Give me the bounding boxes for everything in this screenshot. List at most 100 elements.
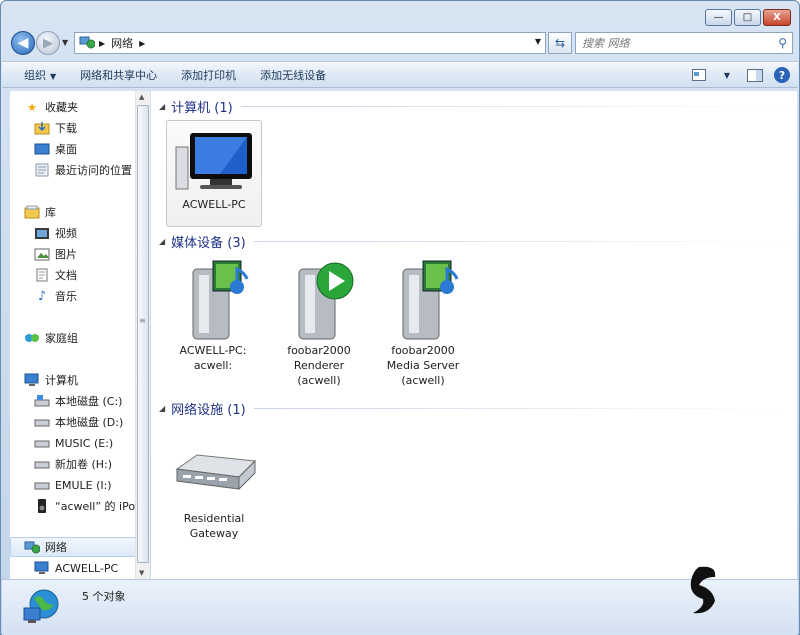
nav-music[interactable]: ♪ 音乐 bbox=[34, 286, 77, 306]
group-header-infrastructure[interactable]: ◢ 网络设施 (1) bbox=[159, 399, 789, 418]
computer-tile-acwell-pc[interactable]: ACWELL-PC bbox=[166, 120, 262, 227]
view-dropdown-icon[interactable]: ▼ bbox=[718, 66, 736, 84]
system-drive-icon bbox=[34, 393, 50, 409]
nav-network[interactable]: 网络 bbox=[10, 537, 136, 557]
nav-ipod[interactable]: “acwell” 的 iPo bbox=[34, 496, 135, 516]
nav-favorites[interactable]: ★ 收藏夹 bbox=[24, 97, 78, 117]
organize-menu[interactable]: 组织 ▼ bbox=[2, 67, 68, 83]
address-bar[interactable]: ▶ 网络 ▶ ▼ bbox=[74, 32, 546, 54]
video-icon bbox=[34, 225, 50, 241]
nav-recent-label: 最近访问的位置 bbox=[55, 164, 132, 177]
group-divider bbox=[253, 408, 789, 409]
nav-videos[interactable]: 视频 bbox=[34, 223, 77, 243]
media-tile-label-line2: Renderer bbox=[293, 359, 345, 372]
network-icon bbox=[79, 35, 96, 52]
recent-pages-dropdown[interactable]: ▼ bbox=[62, 38, 68, 47]
media-tile-label-line1: ACWELL-PC: bbox=[179, 344, 247, 357]
nav-libraries-label: 库 bbox=[45, 206, 56, 219]
add-wireless-button[interactable]: 添加无线设备 bbox=[248, 67, 338, 83]
search-box[interactable]: ⚲ bbox=[575, 32, 793, 54]
view-options-icon[interactable] bbox=[690, 66, 708, 84]
nav-scrollbar[interactable]: ▲ ≡ ▼ bbox=[135, 91, 150, 579]
nav-drive-e[interactable]: MUSIC (E:) bbox=[34, 433, 113, 453]
nav-favorites-label: 收藏夹 bbox=[45, 101, 78, 114]
nav-network-acwell-pc-label: ACWELL-PC bbox=[55, 561, 119, 575]
nav-pictures[interactable]: 图片 bbox=[34, 244, 77, 264]
library-icon bbox=[24, 204, 40, 220]
forward-button[interactable]: ▶ bbox=[36, 31, 60, 55]
group-header-computers[interactable]: ◢ 计算机 (1) bbox=[159, 97, 789, 116]
recent-places-icon bbox=[34, 162, 50, 178]
nav-desktop-label: 桌面 bbox=[55, 143, 77, 156]
minimize-button[interactable]: — bbox=[705, 9, 732, 26]
nav-libraries[interactable]: 库 bbox=[24, 202, 56, 222]
nav-drive-d-label: 本地磁盘 (D:) bbox=[55, 416, 124, 429]
nav-network-acwell-pc[interactable]: ACWELL-PC bbox=[34, 558, 118, 578]
breadcrumb-separator-icon[interactable]: ▶ bbox=[99, 39, 105, 48]
pictures-icon bbox=[34, 246, 50, 262]
media-tile-foobar-renderer[interactable]: foobar2000 Renderer (acwell) bbox=[271, 257, 367, 388]
group-header-media[interactable]: ◢ 媒体设备 (3) bbox=[159, 232, 789, 251]
media-tile-acwell-pc[interactable]: ACWELL-PC: acwell: bbox=[165, 257, 261, 373]
refresh-button[interactable]: ⇆ bbox=[548, 32, 572, 54]
documents-icon bbox=[34, 267, 50, 283]
help-icon[interactable]: ? bbox=[774, 67, 790, 83]
close-button[interactable]: X bbox=[763, 9, 791, 26]
infra-tile-label-line2: Gateway bbox=[189, 527, 239, 540]
computer-monitor-icon bbox=[167, 121, 261, 197]
media-renderer-icon bbox=[271, 257, 367, 343]
scroll-thumb[interactable] bbox=[137, 105, 149, 563]
nav-drive-i[interactable]: EMULE (I:) bbox=[34, 475, 112, 495]
add-printer-button[interactable]: 添加打印机 bbox=[169, 67, 248, 83]
group-title-computers: 计算机 (1) bbox=[171, 101, 233, 116]
scroll-down-icon[interactable]: ▼ bbox=[139, 569, 144, 577]
search-input[interactable] bbox=[576, 33, 766, 53]
nav-computer[interactable]: 计算机 bbox=[24, 370, 78, 390]
media-tile-label-line3: (acwell) bbox=[297, 374, 341, 387]
scroll-up-icon[interactable]: ▲ bbox=[139, 93, 144, 101]
nav-videos-label: 视频 bbox=[55, 227, 77, 240]
media-tile-label-line2: Media Server bbox=[386, 359, 460, 372]
ipod-icon bbox=[34, 498, 50, 514]
hard-drive-icon bbox=[34, 435, 50, 451]
media-tile-foobar-server[interactable]: foobar2000 Media Server (acwell) bbox=[375, 257, 471, 388]
nav-desktop[interactable]: 桌面 bbox=[34, 139, 77, 159]
back-button[interactable]: ◀ bbox=[11, 31, 35, 55]
nav-drive-i-label: EMULE (I:) bbox=[55, 478, 112, 492]
nav-downloads-label: 下载 bbox=[55, 122, 77, 135]
maximize-button[interactable]: □ bbox=[734, 9, 761, 26]
collapse-icon[interactable]: ◢ bbox=[159, 102, 165, 111]
media-server-icon bbox=[375, 257, 471, 343]
media-device-icon bbox=[165, 257, 261, 343]
desktop-icon bbox=[34, 141, 50, 157]
star-icon: ★ bbox=[27, 100, 37, 114]
nav-drive-h-label: 新加卷 (H:) bbox=[55, 458, 113, 471]
search-icon[interactable]: ⚲ bbox=[778, 36, 787, 50]
nav-pictures-label: 图片 bbox=[55, 248, 77, 261]
nav-recent[interactable]: 最近访问的位置 bbox=[34, 160, 132, 180]
nav-drive-h[interactable]: 新加卷 (H:) bbox=[34, 454, 112, 474]
media-tile-label-line3: (acwell) bbox=[401, 374, 445, 387]
media-tile-label-line1: foobar2000 bbox=[391, 344, 455, 357]
organize-label: 组织 bbox=[24, 68, 46, 82]
nav-homegroup[interactable]: 家庭组 bbox=[24, 328, 78, 348]
preview-pane-icon[interactable] bbox=[746, 66, 764, 84]
collapse-icon[interactable]: ◢ bbox=[159, 404, 165, 413]
content-pane: ◢ 计算机 (1) ACWELL-PC ◢ 媒体设备 (3) ACWELL-PC… bbox=[151, 91, 797, 579]
nav-computer-label: 计算机 bbox=[45, 374, 78, 387]
nav-drive-d[interactable]: 本地磁盘 (D:) bbox=[34, 412, 123, 432]
nav-drive-c[interactable]: 本地磁盘 (C:) bbox=[34, 391, 122, 411]
infra-tile-residential-gateway[interactable]: Residential Gateway bbox=[166, 439, 262, 541]
breadcrumb-network[interactable]: 网络 bbox=[111, 35, 133, 51]
collapse-icon[interactable]: ◢ bbox=[159, 237, 165, 246]
nav-documents[interactable]: 文档 bbox=[34, 265, 77, 285]
music-note-icon: ♪ bbox=[37, 288, 47, 304]
address-dropdown-icon[interactable]: ▼ bbox=[535, 37, 541, 46]
breadcrumb-separator-icon[interactable]: ▶ bbox=[139, 39, 145, 48]
group-title-infrastructure: 网络设施 (1) bbox=[171, 403, 246, 418]
network-center-button[interactable]: 网络和共享中心 bbox=[68, 67, 169, 83]
nav-downloads[interactable]: 下载 bbox=[34, 118, 77, 138]
downloads-folder-icon bbox=[34, 120, 50, 136]
nav-drive-e-label: MUSIC (E:) bbox=[55, 436, 114, 450]
nav-music-label: 音乐 bbox=[55, 290, 77, 303]
